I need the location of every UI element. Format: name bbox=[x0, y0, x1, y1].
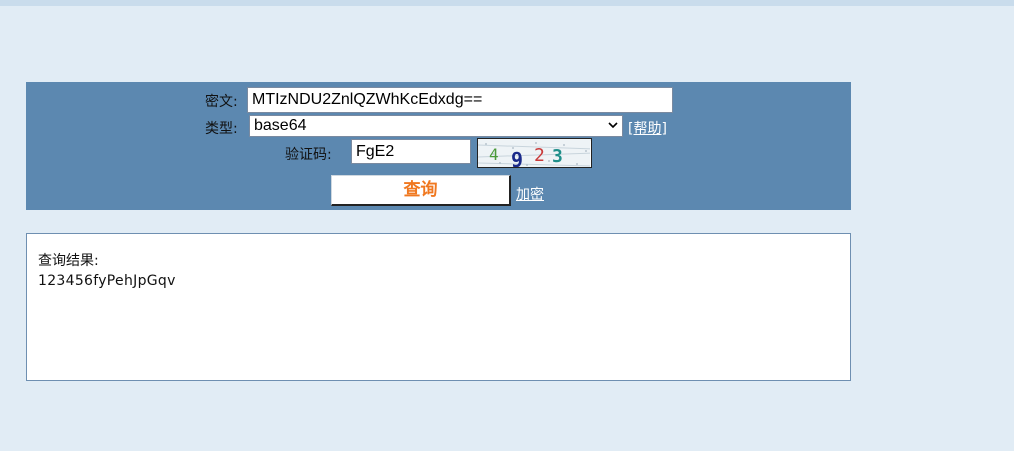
type-select-value: base64 bbox=[254, 117, 307, 134]
top-strip bbox=[0, 0, 1014, 6]
captcha-image[interactable]: 4 9 2 3 bbox=[477, 138, 592, 168]
captcha-char-1: 4 bbox=[489, 145, 499, 164]
result-box: 查询结果: 123456fyPehJpGqv bbox=[26, 233, 851, 381]
query-form-panel: 密文: 类型: base64 [帮助] 验证码: 4 9 2 bbox=[26, 82, 851, 210]
chevron-down-icon bbox=[608, 122, 618, 129]
query-button[interactable]: 查询 bbox=[331, 175, 511, 206]
result-value: 123456fyPehJpGqv bbox=[38, 273, 176, 289]
cipher-input[interactable] bbox=[247, 87, 673, 113]
result-title: 查询结果: bbox=[38, 253, 99, 269]
help-link[interactable]: [帮助] bbox=[628, 118, 667, 138]
encrypt-link[interactable]: 加密 bbox=[516, 184, 544, 204]
cipher-label: 密文: bbox=[205, 94, 238, 110]
captcha-char-4: 3 bbox=[552, 146, 563, 167]
captcha-label: 验证码: bbox=[285, 147, 332, 163]
type-label: 类型: bbox=[205, 121, 238, 137]
captcha-char-2: 9 bbox=[511, 148, 523, 168]
type-select[interactable]: base64 bbox=[249, 115, 623, 137]
captcha-input[interactable] bbox=[351, 139, 471, 164]
captcha-graphic: 4 9 2 3 bbox=[478, 141, 591, 168]
captcha-char-3: 2 bbox=[534, 145, 545, 166]
